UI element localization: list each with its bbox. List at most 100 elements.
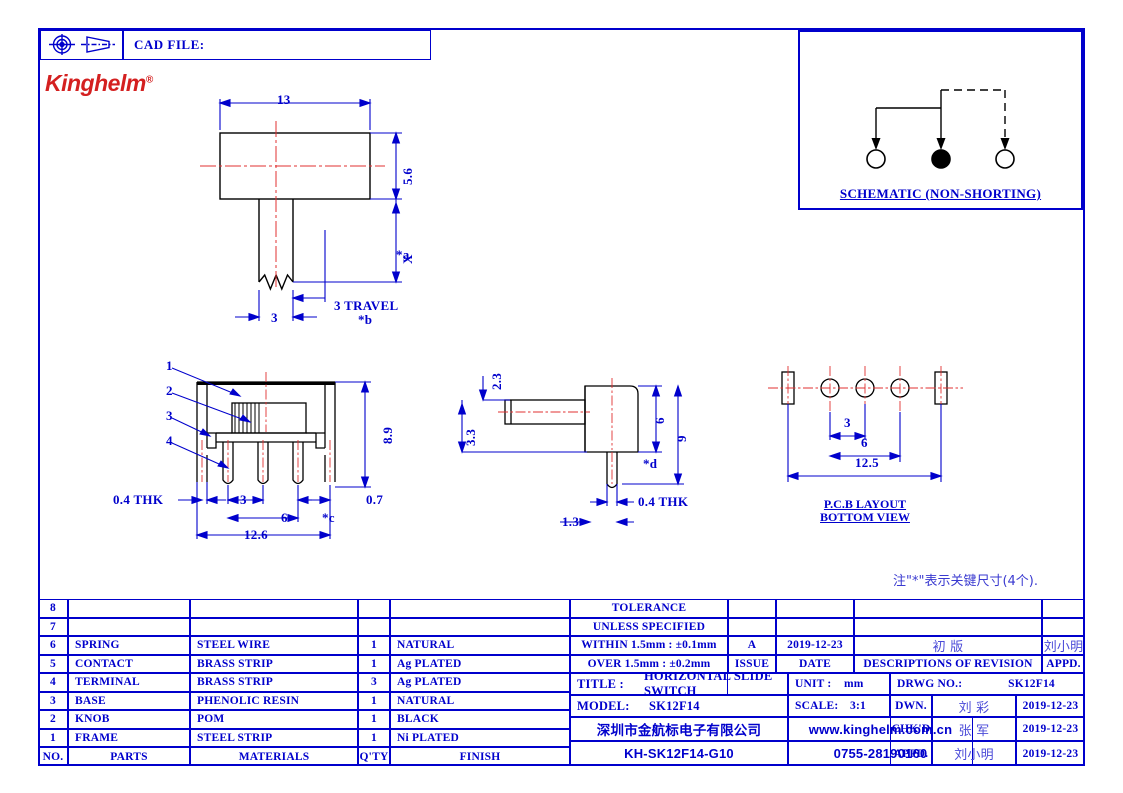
top-view-key-a: *a [396,247,410,262]
tolerance-over: OVER 1.5mm : ±0.2mm [570,654,728,673]
top-view-dim-knob-width: 3 [271,310,278,325]
parts-row-material [190,617,358,636]
chkd-label: CHK'D [890,717,932,741]
parts-row-material: PHENOLIC RESIN [190,691,358,710]
side-view-dim-overall-height: 9 [674,435,689,442]
parts-row-material: BRASS STRIP [190,654,358,673]
kinghelm-logo: Kinghelm® [45,70,153,97]
side-view-key-d: *d [643,456,658,471]
revision-description-value: 初 版 [854,636,1042,655]
parts-row-qty [358,599,390,618]
revision-date-label: DATE [776,654,854,673]
chkd-date: 2019-12-23 [1016,717,1085,741]
dwn-label: DWN. [890,695,932,717]
parts-row-qty: 1 [358,636,390,655]
chkd-value: 张 军 [932,717,1016,741]
dwn-value: 刘 彩 [932,695,1016,717]
front-view-callout-3: 3 [166,408,173,423]
revision-desc-empty-1 [854,599,1042,618]
tolerance-within: WITHIN 1.5mm : ±0.1mm [570,636,728,655]
parts-row-qty [358,617,390,636]
parts-row-part [68,599,190,618]
appd-date: 2019-12-23 [1016,741,1085,766]
front-view-callout-2: 2 [166,383,173,398]
front-view-dim-pitch: 3 [240,492,247,507]
parts-header-materials: MATERIALS [190,747,358,766]
registered-mark: ® [145,74,153,86]
parts-row-material: STEEL WIRE [190,636,358,655]
parts-row-part: CONTACT [68,654,190,673]
parts-row-finish: Ag PLATED [390,673,570,692]
pcb-dim-overall: 12.5 [855,455,879,470]
top-view-drawing [200,98,402,322]
parts-row-finish: Ni PLATED [390,728,570,747]
parts-row-no: 8 [38,599,68,618]
drwg-no-value: SK12F14 [1008,678,1055,690]
revision-date-empty-2 [776,617,854,636]
brand-name: Kinghelm [45,70,146,96]
parts-row-qty: 3 [358,673,390,692]
front-view-dim-height: 8.9 [380,426,395,444]
parts-row-material: POM [190,710,358,729]
revision-appd-empty-2 [1042,617,1085,636]
parts-row-no: 2 [38,710,68,729]
first-angle-projection-symbol [40,30,123,60]
front-view-callout-1: 1 [166,358,173,373]
dwn-date: 2019-12-23 [1016,695,1085,717]
top-view-dim-height: 5.6 [400,167,415,185]
pcb-dim-span: 6 [861,435,868,450]
parts-row-qty: 1 [358,691,390,710]
revision-issue-label: ISSUE [728,654,776,673]
title-row [570,673,788,695]
side-view-dim-knob-top: 2.3 [489,372,504,390]
revision-desc-empty-2 [854,617,1042,636]
pcb-layout-caption-line2: BOTTOM VIEW [820,510,910,524]
parts-row-no: 4 [38,673,68,692]
top-view-dim-width: 13 [277,92,291,107]
parts-header-no: NO. [38,747,68,766]
parts-row-no: 3 [38,691,68,710]
parts-row-material: BRASS STRIP [190,673,358,692]
revision-appd-value: 刘小明 [1042,636,1085,655]
parts-row-no: 5 [38,654,68,673]
parts-row-no: 7 [38,617,68,636]
parts-header-parts: PARTS [68,747,190,766]
front-view-dim-thickness: 0.4 THK [113,492,164,507]
drawing-sheet: CAD FILE: Kinghelm® SCHEMATIC (NON-SHORT… [0,0,1123,793]
unit-value: mm [844,678,864,690]
cad-file-cell[interactable]: CAD FILE: [123,30,431,60]
front-view-callout-4: 4 [166,433,173,448]
top-view-key-b: *b [358,312,373,327]
revision-issue-value: A [728,636,776,655]
tolerance-line2: UNLESS SPECIFIED [570,617,728,636]
revision-issue-empty-1 [728,599,776,618]
part-number: KH-SK12F14-G10 [570,741,788,766]
parts-row-qty: 1 [358,654,390,673]
side-view-dim-pin-offset: 1.3 [562,514,580,529]
schematic-caption: SCHEMATIC (NON-SHORTING) [839,186,1042,201]
parts-row-finish: Ag PLATED [390,654,570,673]
parts-row-qty: 1 [358,728,390,747]
parts-row-no: 1 [38,728,68,747]
parts-row-qty: 1 [358,710,390,729]
front-view-drawing [171,367,371,540]
parts-row-finish [390,599,570,618]
parts-row-part: SPRING [68,636,190,655]
revision-date-empty-1 [776,599,854,618]
side-view-dim-body-height: 6 [652,417,667,424]
parts-row-part: TERMINAL [68,673,190,692]
parts-row-finish [390,617,570,636]
schematic-box [798,30,1083,210]
front-view-key-c: *c [322,510,335,525]
parts-header-qty: Q'TY [358,747,390,766]
company-name: 深圳市金航标电子有限公司 [570,717,788,741]
appd-value: 刘小明 [932,741,1016,766]
parts-row-finish: NATURAL [390,691,570,710]
parts-row-finish: NATURAL [390,636,570,655]
side-view-dim-thickness: 0.4 THK [638,494,689,509]
side-view-dim-knob-bottom: 3.3 [463,428,478,446]
revision-appd-label: APPD. [1042,654,1085,673]
revision-issue-empty-2 [728,617,776,636]
parts-header-finish: FINISH [390,747,570,766]
title-block: 8 7 6 SPRING STEEL WIRE 1 NATURAL 5 CONT… [38,599,1085,766]
